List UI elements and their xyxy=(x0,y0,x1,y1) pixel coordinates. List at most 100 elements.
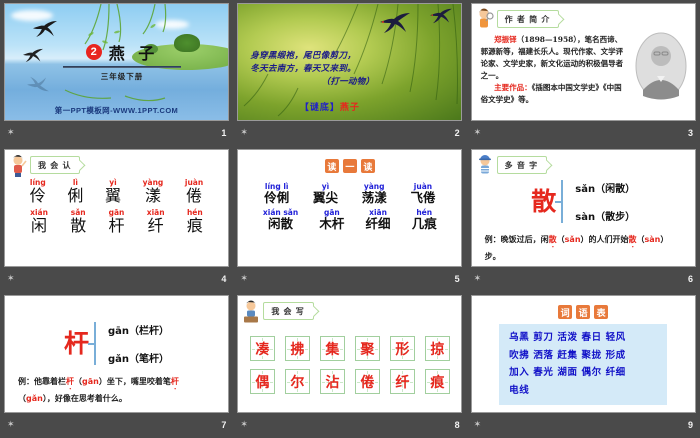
animation-indicator-icon[interactable]: ✶ xyxy=(240,274,248,283)
slide-thumbnail-6[interactable]: 多 音 字 散 sǎn（闲散） sàn（散步） 例：晚饭过后，闲散（sǎn）的人… xyxy=(471,149,696,267)
example-text: ），好像在思考着什么。 xyxy=(43,393,127,403)
pinyin-inline: gān xyxy=(82,377,99,386)
thumbnail-footer: ✶ 1 xyxy=(4,121,229,144)
hanzi-char: 翼 xyxy=(105,187,121,205)
animation-indicator-icon[interactable]: ✶ xyxy=(7,420,15,429)
slide-thumbnail-2[interactable]: 身穿黑缎袍，尾巴像剪刀， 冬天去南方，春天又来到。 （打一动物） 【谜底】燕子 xyxy=(237,3,462,121)
thumbnail-footer: ✶ 5 xyxy=(237,267,462,290)
hanzi-item: líng伶 xyxy=(30,178,46,205)
word-list-line: 电线 xyxy=(509,382,657,400)
tianzige-box: 倦 xyxy=(355,369,380,394)
write-char: 拂 xyxy=(290,339,304,359)
title-block: 2 燕 子 三年级下册 xyxy=(63,40,181,82)
example-text: （ xyxy=(18,393,26,403)
word-text: 纤细 xyxy=(366,217,391,231)
animation-indicator-icon[interactable]: ✶ xyxy=(474,128,482,137)
pinyin-inline: sǎn xyxy=(565,235,581,244)
slide-sorter-grid: 2 燕 子 三年级下册 第一PPT模板网-WWW.1PPT.COM ✶ 1 xyxy=(0,0,700,438)
swallow-icon xyxy=(380,12,410,34)
swallow-reflection-icon xyxy=(27,76,49,92)
highlight-char: 散 xyxy=(629,234,637,244)
write-char: 痕 xyxy=(430,372,444,392)
hanzi-item: xián闲 xyxy=(30,208,48,235)
hanzi-item: xiān纤 xyxy=(147,208,165,235)
animation-indicator-icon[interactable]: ✶ xyxy=(7,274,15,283)
title-char-box: 一 xyxy=(343,159,357,173)
slide-thumbnail-1[interactable]: 2 燕 子 三年级下册 第一PPT模板网-WWW.1PPT.COM xyxy=(4,3,229,121)
section-header: 作 者 简 介 xyxy=(497,10,560,28)
write-char-grid: 凑 拂 集 聚 形 掠 偶 尔 沾 倦 纤 痕 xyxy=(238,336,461,402)
riddle-text: 身穿黑缎袍，尾巴像剪刀， 冬天去南方，春天又来到。 （打一动物） xyxy=(250,50,380,90)
watermark-text: 第一PPT模板网-WWW.1PPT.COM xyxy=(5,105,228,116)
pinyin-inline: sàn xyxy=(645,235,661,244)
reading-text: gǎn（笔杆） xyxy=(108,354,169,365)
polyphone-char: 杆 xyxy=(64,331,89,356)
write-char: 尔 xyxy=(290,372,304,392)
thumbnail-footer: ✶ 3 xyxy=(471,121,696,144)
write-char: 凑 xyxy=(255,339,269,359)
hanzi-char: 伶 xyxy=(30,187,46,205)
recognize-char-grid: líng伶 lì俐 yì翼 yàng漾 juàn倦 xián闲 sǎn散 gān… xyxy=(5,178,228,239)
author-portrait-photo xyxy=(635,32,687,100)
write-char: 偶 xyxy=(255,372,269,392)
read-aloud-title: 读 一 读 xyxy=(238,150,461,173)
example-text: 例：晚饭过后，闲 xyxy=(485,234,549,244)
char-row: xián闲 sǎn散 gān杆 xiān纤 hén痕 xyxy=(5,208,228,235)
answer-label: 【谜底】 xyxy=(300,103,340,113)
hanzi-char: 散 xyxy=(70,217,86,235)
example-text: ）的人们开始 xyxy=(581,234,629,244)
slide-thumbnail-4[interactable]: 我 会 认 líng伶 lì俐 yì翼 yàng漾 juàn倦 xián闲 sǎ… xyxy=(4,149,229,267)
slide-number: 5 xyxy=(455,274,460,284)
word-item: hén几痕 xyxy=(412,208,437,231)
hanzi-item: yàng漾 xyxy=(143,178,164,205)
hanzi-char: 闲 xyxy=(30,217,48,235)
slide-number: 2 xyxy=(455,128,460,138)
animation-indicator-icon[interactable]: ✶ xyxy=(240,420,248,429)
title-underline xyxy=(63,66,181,68)
swallow-icon xyxy=(430,8,452,24)
title-char-box: 读 xyxy=(361,159,375,173)
mascot-magnifier-kid-icon xyxy=(476,8,495,32)
answer-text: 燕子 xyxy=(340,103,360,113)
animation-indicator-icon[interactable]: ✶ xyxy=(474,274,482,283)
animation-indicator-icon[interactable]: ✶ xyxy=(474,420,482,429)
reading-option: sǎn（闲散） xyxy=(575,180,635,195)
slide-number: 6 xyxy=(688,274,693,284)
slide-thumbnail-5[interactable]: 读 一 读 líng lì伶俐 yì翼尖 yàng荡漾 juàn飞倦 xián … xyxy=(237,149,462,267)
example-text: 例：他靠着栏 xyxy=(18,376,66,386)
reading-option: gǎn（笔杆） xyxy=(108,350,169,365)
animation-indicator-icon[interactable]: ✶ xyxy=(7,128,15,137)
riddle-line: 身穿黑缎袍，尾巴像剪刀， xyxy=(250,50,380,63)
polyphone-diagram: 杆 gān（栏杆） gǎn（笔杆） xyxy=(5,322,228,365)
write-char: 倦 xyxy=(360,372,374,392)
word-list-panel: 乌黑 剪刀 活泼 春日 轻风 吹拂 洒落 赶集 聚拢 形成 加入 春光 湖面 偶… xyxy=(499,324,667,405)
write-char: 集 xyxy=(325,339,339,359)
title-char-box: 词 xyxy=(558,305,572,319)
tianzige-row: 凑 拂 集 聚 形 掠 xyxy=(238,336,461,361)
riddle-answer: 【谜底】燕子 xyxy=(238,100,421,113)
thumbnail-footer: ✶ 8 xyxy=(237,413,462,436)
slide-thumbnail-7[interactable]: 杆 gān（栏杆） gǎn（笔杆） 例：他靠着栏杆（gān）坐下，嘴里咬着笔杆（… xyxy=(4,295,229,413)
slide-thumbnail-3[interactable]: 作 者 简 介 郑振铎（1898—1958），笔名西谛、郭源新等，福建长乐人。现… xyxy=(471,3,696,121)
animation-indicator-icon[interactable]: ✶ xyxy=(240,128,248,137)
works-label: 主要作品： xyxy=(494,83,532,92)
example-text: （ xyxy=(637,234,645,244)
tianzige-box: 形 xyxy=(390,336,415,361)
slide-thumbnail-9[interactable]: 词 语 表 乌黑 剪刀 活泼 春日 轻风 吹拂 洒落 赶集 聚拢 形成 加入 春… xyxy=(471,295,696,413)
word-list-line: 乌黑 剪刀 活泼 春日 轻风 xyxy=(509,329,657,347)
tianzige-box: 纤 xyxy=(390,369,415,394)
example-text: （ xyxy=(557,234,565,244)
hanzi-char: 漾 xyxy=(143,187,164,205)
reading-option: gān（栏杆） xyxy=(108,322,169,337)
hanzi-item: juàn倦 xyxy=(185,178,203,205)
hanzi-item: hén痕 xyxy=(187,208,203,235)
polyphone-diagram: 散 sǎn（闲散） sàn（散步） xyxy=(472,180,695,223)
slide-number: 4 xyxy=(221,274,226,284)
tianzige-box: 尔 xyxy=(285,369,310,394)
swallow-icon xyxy=(23,48,43,63)
slide-thumbnail-8[interactable]: 我 会 写 凑 拂 集 聚 形 掠 偶 尔 沾 倦 纤 痕 xyxy=(237,295,462,413)
word-item: xiān纤细 xyxy=(366,208,391,231)
thumbnail-footer: ✶ 6 xyxy=(471,267,696,290)
word-text: 木杆 xyxy=(319,217,344,231)
title-char-box: 语 xyxy=(576,305,590,319)
